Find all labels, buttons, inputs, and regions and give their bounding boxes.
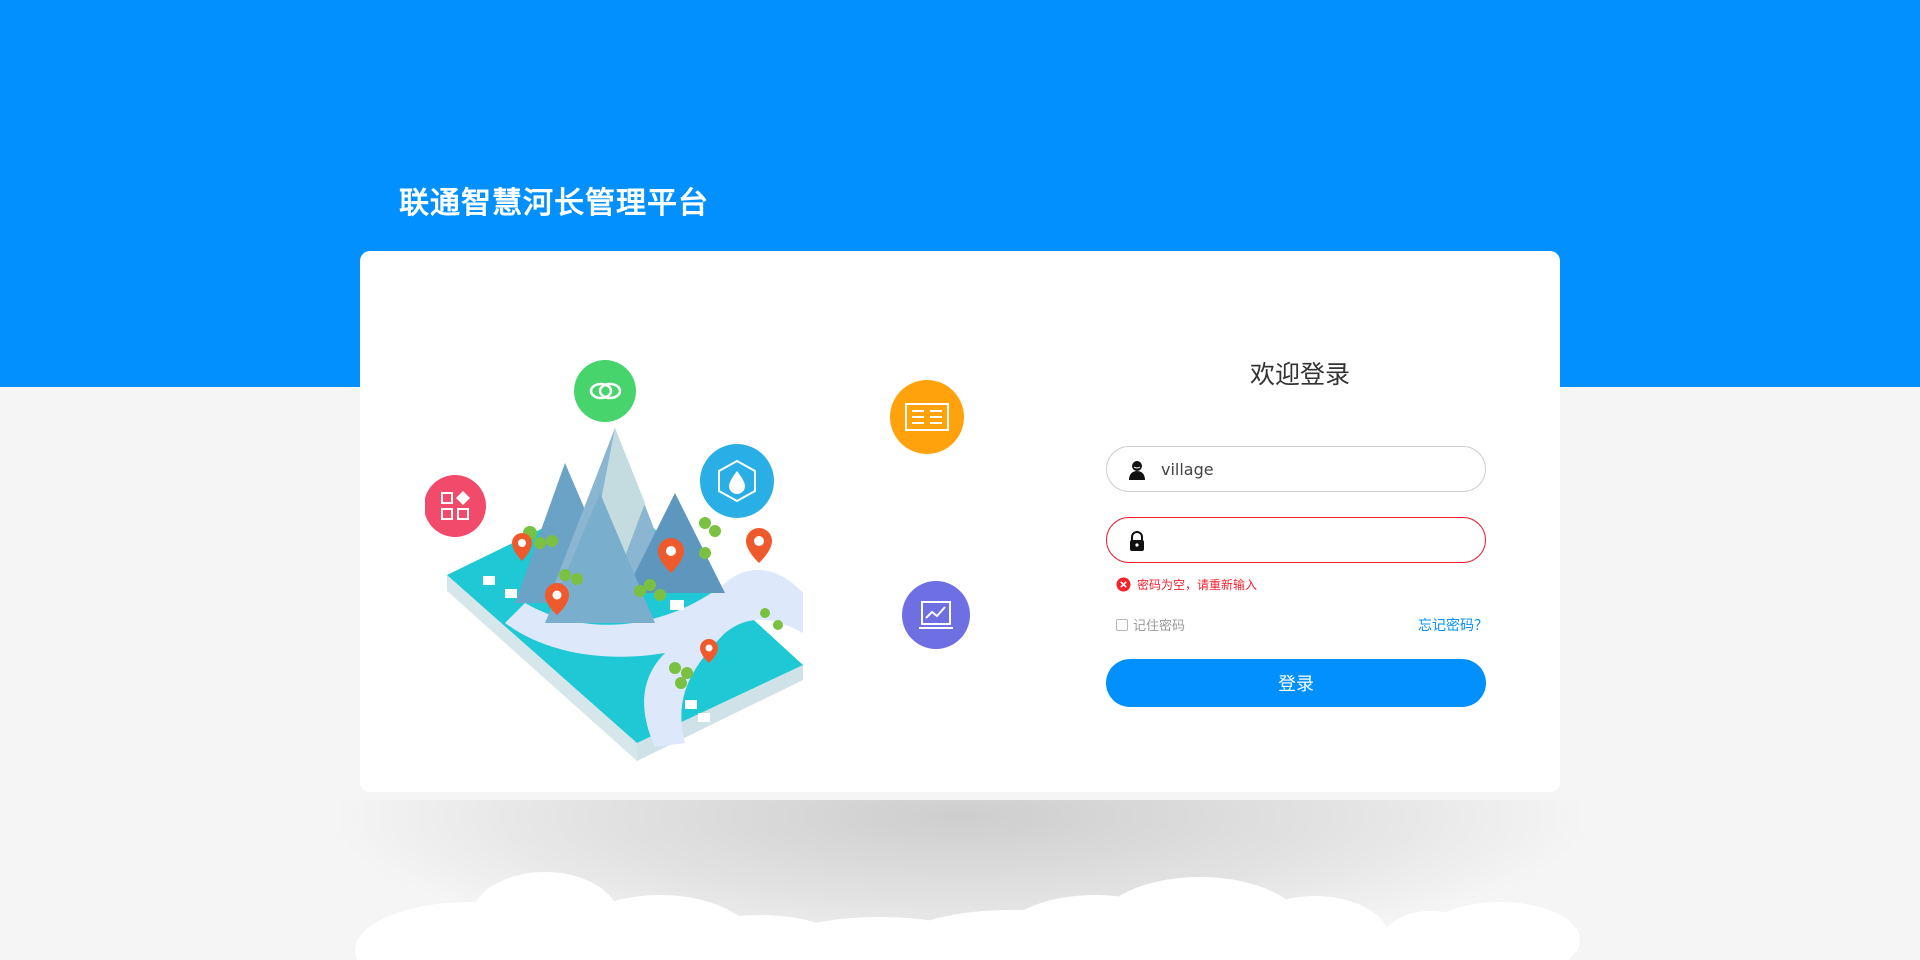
isometric-river-mountain-illustration [425,360,970,761]
error-icon [1116,577,1131,591]
login-button[interactable]: 登录 [1106,659,1486,707]
report-board-icon [890,380,964,454]
remember-password[interactable]: 记住密码 [1116,615,1185,634]
link-icon [574,360,636,422]
chart-screen-icon [902,581,970,649]
app-title: 联通智慧河长管理平台 [399,186,709,221]
error-message: 密码为空，请重新输入 [1137,577,1258,592]
remember-checkbox[interactable] [1116,618,1128,631]
lock-icon [1130,531,1144,551]
username-field[interactable] [1106,446,1486,492]
login-card: 欢迎登录 密码为空，请重新输入 记住密码 忘记密码？ 登录 [360,251,1560,792]
cloud-decoration [355,872,1580,960]
water-drop-icon [700,444,774,518]
user-icon [1129,461,1145,480]
password-input[interactable] [1161,522,1461,558]
apps-icon [425,475,486,537]
remember-label: 记住密码 [1133,619,1186,634]
password-field[interactable] [1106,517,1486,563]
password-error: 密码为空，请重新输入 [1116,576,1257,592]
welcome-title: 欢迎登录 [1249,360,1350,389]
forgot-password-link[interactable]: 忘记密码？ [1360,615,1488,635]
username-input[interactable] [1161,451,1461,487]
